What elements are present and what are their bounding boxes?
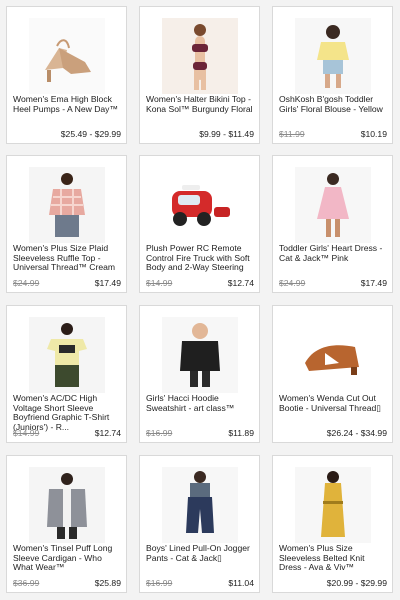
price-row: $14.99 $12.74 (13, 428, 121, 438)
price-row: $24.99 $17.49 (13, 278, 121, 288)
regular-price: $16.99 (146, 428, 173, 438)
regular-price: $36.99 (13, 578, 40, 588)
yellow-dress-icon[interactable] (295, 467, 371, 543)
regular-price: $16.99 (146, 578, 173, 588)
regular-price: $11.99 (279, 129, 305, 139)
product-card[interactable]: Women's AC/DC High Voltage Short Sleeve … (6, 305, 127, 443)
toddler-blouse-icon[interactable] (295, 18, 371, 94)
price-row: $11.99 $10.19 (279, 129, 387, 139)
product-title[interactable]: Women's AC/DC High Voltage Short Sleeve … (13, 394, 122, 432)
pink-dress-icon[interactable] (295, 167, 371, 243)
price-row: $36.99 $25.89 (13, 578, 121, 588)
product-title[interactable]: Women's Tinsel Puff Long Sleeve Cardigan… (13, 544, 122, 573)
product-card[interactable]: Plush Power RC Remote Control Fire Truck… (139, 155, 260, 293)
price-row: $20.99 - $29.99 (279, 578, 387, 588)
product-card[interactable]: Women's Tinsel Puff Long Sleeve Cardigan… (6, 455, 127, 593)
product-card[interactable]: Women's Wenda Cut Out Bootie - Universal… (272, 305, 393, 443)
product-title[interactable]: Women's Wenda Cut Out Bootie - Universal… (279, 394, 388, 413)
sale-price: $9.99 - $11.49 (199, 129, 254, 139)
price-row: $16.99 $11.04 (146, 578, 254, 588)
product-grid: Women's Ema High Block Heel Pumps - A Ne… (0, 0, 400, 600)
product-card[interactable]: Boys' Lined Pull-On Jogger Pants - Cat &… (139, 455, 260, 593)
fire-truck-icon[interactable] (162, 167, 238, 243)
sale-price: $11.89 (228, 428, 254, 438)
product-title[interactable]: Women's Plus Size Sleeveless Belted Knit… (279, 544, 388, 573)
regular-price: $24.99 (279, 278, 306, 288)
price-row: $14.99 $12.74 (146, 278, 254, 288)
gray-cardigan-icon[interactable] (29, 467, 105, 543)
jogger-pants-icon[interactable] (162, 467, 238, 543)
product-title[interactable]: Plush Power RC Remote Control Fire Truck… (146, 244, 255, 273)
price-row: $24.99 $17.49 (279, 278, 387, 288)
product-card[interactable]: Women's Plus Size Plaid Sleeveless Ruffl… (6, 155, 127, 293)
sale-price: $17.49 (360, 278, 387, 288)
product-card[interactable]: Girls' Hacci Hoodie Sweatshirt - art cla… (139, 305, 260, 443)
regular-price: $14.99 (13, 428, 40, 438)
regular-price: $24.99 (13, 278, 40, 288)
product-card[interactable]: Women's Ema High Block Heel Pumps - A Ne… (6, 6, 127, 144)
product-title[interactable]: Toddler Girls' Heart Dress - Cat & Jack™… (279, 244, 388, 263)
product-title[interactable]: Women's Halter Bikini Top - Kona Sol™ Bu… (146, 95, 255, 114)
product-card[interactable]: Women's Plus Size Sleeveless Belted Knit… (272, 455, 393, 593)
graphic-tshirt-icon[interactable] (29, 317, 105, 393)
sale-price: $17.49 (94, 278, 121, 288)
sale-price: $10.19 (360, 129, 387, 139)
price-row: $9.99 - $11.49 (146, 129, 254, 139)
sale-price: $26.24 - $34.99 (326, 428, 387, 438)
black-hoodie-icon[interactable] (162, 317, 238, 393)
sale-price: $20.99 - $29.99 (326, 578, 387, 588)
sale-price: $25.49 - $29.99 (60, 129, 121, 139)
price-row: $16.99 $11.89 (146, 428, 254, 438)
sale-price: $12.74 (227, 278, 254, 288)
heel-shoe-icon[interactable] (29, 18, 105, 94)
product-title[interactable]: Women's Ema High Block Heel Pumps - A Ne… (13, 95, 122, 114)
product-title[interactable]: OshKosh B'gosh Toddler Girls' Floral Blo… (279, 95, 388, 114)
bikini-model-icon[interactable] (162, 18, 238, 94)
sale-price: $25.89 (94, 578, 121, 588)
product-title[interactable]: Girls' Hacci Hoodie Sweatshirt - art cla… (146, 394, 255, 413)
price-row: $26.24 - $34.99 (279, 428, 387, 438)
sale-price: $11.04 (228, 578, 254, 588)
product-title[interactable]: Boys' Lined Pull-On Jogger Pants - Cat &… (146, 544, 255, 563)
price-row: $25.49 - $29.99 (13, 129, 121, 139)
product-card[interactable]: Women's Halter Bikini Top - Kona Sol™ Bu… (139, 6, 260, 144)
sale-price: $12.74 (94, 428, 121, 438)
product-title[interactable]: Women's Plus Size Plaid Sleeveless Ruffl… (13, 244, 122, 273)
product-card[interactable]: OshKosh B'gosh Toddler Girls' Floral Blo… (272, 6, 393, 144)
product-card[interactable]: Toddler Girls' Heart Dress - Cat & Jack™… (272, 155, 393, 293)
bootie-icon[interactable] (295, 317, 371, 393)
regular-price: $14.99 (146, 278, 173, 288)
plaid-top-icon[interactable] (29, 167, 105, 243)
